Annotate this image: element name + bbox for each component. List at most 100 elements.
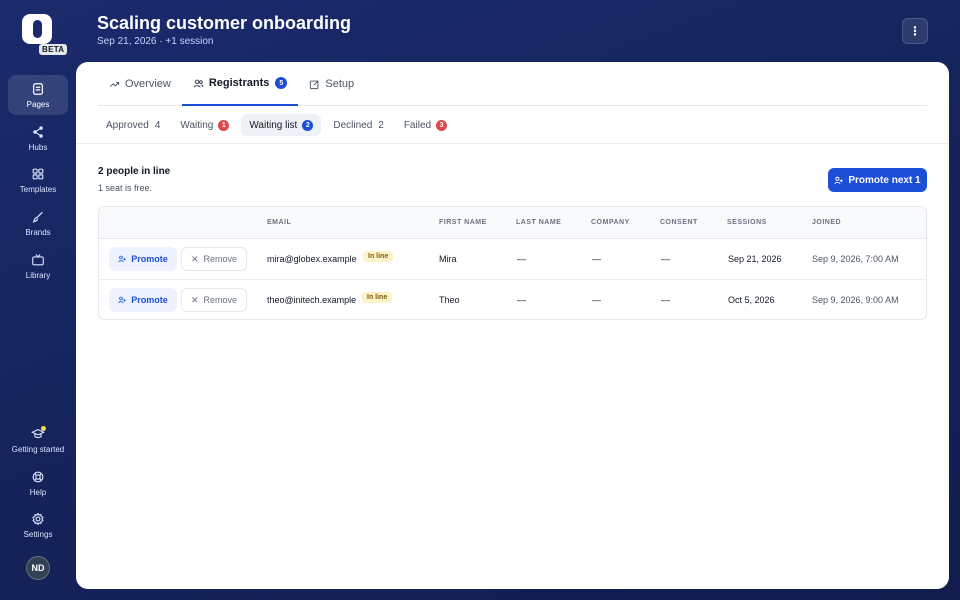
email-cell: theo@initech.example [267, 295, 357, 305]
consent-cell: — [661, 254, 670, 264]
sidebar-item-label: Library [25, 270, 51, 280]
kebab-icon: ⋮ [909, 24, 921, 38]
company-cell: — [592, 295, 601, 305]
subtab-badge: 3 [436, 119, 448, 131]
main-panel: Overview Registrants 5 Setup Approved 4 … [76, 62, 949, 589]
column-header-joined[interactable]: JOINED [812, 219, 841, 226]
tab-label: Setup [325, 78, 355, 90]
brush-icon [32, 211, 43, 223]
subtab-count: 4 [154, 119, 161, 131]
sidebar-item-help[interactable]: Help [8, 463, 68, 503]
column-header-consent[interactable]: CONSENT [660, 219, 698, 226]
column-header-sessions[interactable]: SESSIONS [727, 219, 767, 226]
logo[interactable]: BETA [22, 14, 68, 55]
last-name-cell: — [517, 254, 526, 264]
pages-icon [33, 82, 43, 95]
sidebar-item-templates[interactable]: Templates [8, 160, 68, 200]
promote-label: Promote [131, 295, 168, 305]
subtab-waiting[interactable]: Waiting 1 [172, 114, 237, 136]
sidebar-item-brands[interactable]: Brands [8, 203, 68, 243]
promote-next-button[interactable]: Promote next 1 [828, 168, 927, 192]
joined-cell: Sep 9, 2026, 7:00 AM [812, 254, 899, 264]
subtab-label: Declined [333, 119, 373, 131]
sidebar-item-getting-started[interactable]: Getting started [8, 420, 68, 460]
sessions-cell: Oct 5, 2026 [728, 295, 775, 305]
promote-button[interactable]: Promote [109, 247, 177, 271]
column-header-last-name[interactable]: LAST NAME [516, 219, 561, 226]
subtab-label: Waiting [180, 119, 214, 131]
sidebar-item-pages[interactable]: Pages [8, 75, 68, 115]
tv-icon [32, 253, 44, 265]
consent-cell: — [661, 295, 670, 305]
remove-label: Remove [203, 295, 238, 305]
gear-icon [32, 512, 44, 525]
email-cell: mira@globex.example [267, 254, 357, 264]
table-row: Promote ✕ Remove mira@globex.example In … [99, 239, 926, 280]
column-header-first-name[interactable]: FIRST NAME [439, 219, 487, 226]
grid-icon [32, 168, 44, 179]
subtab-count: 2 [378, 119, 384, 131]
sidebar-item-label: Settings [23, 529, 53, 539]
sidebar-item-settings[interactable]: Settings [8, 505, 68, 545]
first-name-cell: Mira [439, 254, 457, 264]
page-title: Scaling customer onboarding [97, 13, 352, 33]
edit-icon [310, 79, 319, 89]
user-plus-icon [834, 176, 844, 184]
sidebar-item-label: Templates [19, 184, 57, 194]
sidebar-item-label: Help [29, 487, 47, 497]
status-filter-bar: Approved 4 Waiting 1 Waiting list 2 Decl… [98, 114, 455, 136]
divider [76, 143, 949, 144]
subtab-label: Waiting list [249, 119, 298, 131]
subtab-badge: 1 [218, 119, 230, 131]
user-plus-icon [118, 296, 126, 304]
trend-icon [110, 81, 120, 87]
joined-cell: Sep 9, 2026, 9:00 AM [812, 295, 899, 305]
subtab-label: Failed [403, 119, 432, 131]
tab-label: Registrants [208, 77, 270, 89]
sidebar-item-library[interactable]: Library [8, 246, 68, 286]
subtab-declined[interactable]: Declined 2 [325, 114, 391, 136]
remove-button[interactable]: ✕ Remove [181, 288, 247, 312]
avatar[interactable]: ND [26, 556, 50, 580]
last-name-cell: — [517, 295, 526, 305]
logo-icon [22, 14, 52, 44]
notification-dot [41, 426, 46, 431]
promote-button[interactable]: Promote [109, 288, 177, 312]
sidebar-item-label: Brands [25, 227, 51, 237]
user-plus-icon [118, 255, 126, 263]
subtab-approved[interactable]: Approved 4 [98, 114, 168, 136]
subtab-failed[interactable]: Failed 3 [396, 114, 455, 136]
table-header: EMAIL FIRST NAME LAST NAME COMPANY CONSE… [99, 207, 926, 239]
tab-setup[interactable]: Setup [298, 62, 365, 106]
page-subtitle: Sep 21, 2026 · +1 session [97, 36, 214, 47]
remove-label: Remove [203, 254, 238, 264]
close-icon: ✕ [190, 294, 199, 305]
subtab-waiting-list[interactable]: Waiting list 2 [241, 114, 322, 136]
column-header-email[interactable]: EMAIL [267, 219, 291, 226]
tab-label: Overview [125, 78, 171, 90]
subtab-label: Approved [106, 119, 149, 131]
remove-button[interactable]: ✕ Remove [181, 247, 247, 271]
sidebar: BETA Pages Hubs Templates Brands Library… [0, 0, 76, 600]
sidebar-item-hubs[interactable]: Hubs [8, 118, 68, 158]
tab-overview[interactable]: Overview [98, 62, 182, 106]
tab-registrants[interactable]: Registrants 5 [181, 62, 299, 106]
waitlist-summary-title: 2 people in line [98, 166, 171, 177]
status-badge: In line [363, 251, 394, 262]
column-header-company[interactable]: COMPANY [591, 219, 630, 226]
waitlist-summary-subtitle: 1 seat is free. [98, 183, 153, 193]
beta-badge: BETA [39, 44, 68, 55]
share-icon [33, 125, 43, 138]
subtab-badge: 2 [302, 119, 314, 131]
sessions-cell: Sep 21, 2026 [728, 254, 782, 264]
sidebar-item-label: Pages [26, 99, 50, 109]
company-cell: — [592, 254, 601, 264]
lifebuoy-icon [32, 471, 44, 482]
tab-bar: Overview Registrants 5 Setup [98, 62, 927, 106]
more-options-button[interactable]: ⋮ [902, 18, 928, 44]
table-row: Promote ✕ Remove theo@initech.example In… [99, 280, 926, 319]
status-badge: In line [362, 292, 393, 303]
promote-next-label: Promote next 1 [848, 174, 921, 186]
registrants-count-badge: 5 [275, 77, 288, 89]
waitlist-table: EMAIL FIRST NAME LAST NAME COMPANY CONSE… [98, 206, 927, 320]
